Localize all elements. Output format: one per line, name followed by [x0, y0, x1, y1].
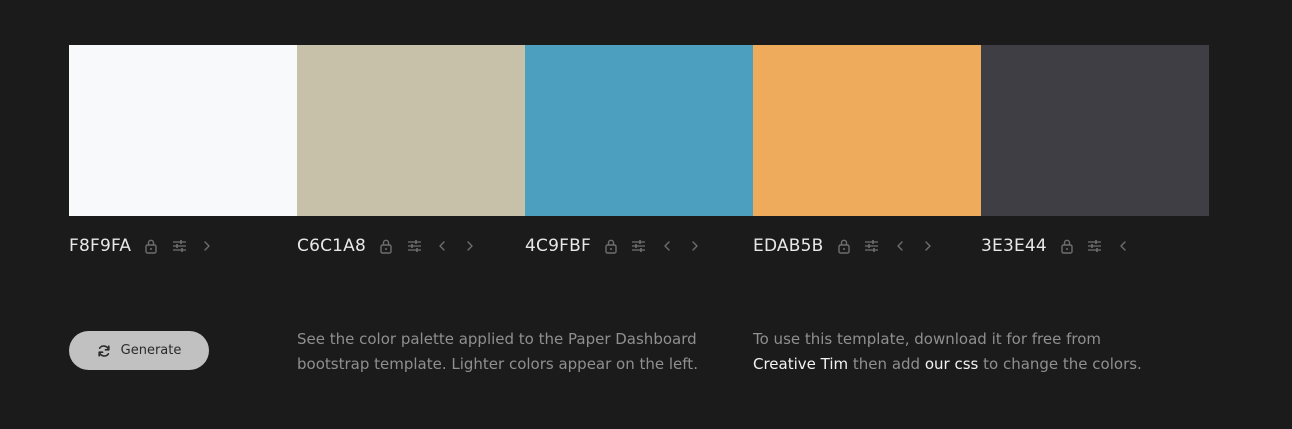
color-swatch-1[interactable] — [69, 45, 297, 216]
palette-page: F8F9FA C6C1A8 4C9FBF EDAB5B 3E3E44 Gener… — [0, 0, 1292, 429]
swatch-controls-row: F8F9FA C6C1A8 4C9FBF EDAB5B 3E3E44 — [69, 232, 1209, 260]
usage-suffix: to change the colors. — [983, 355, 1142, 373]
sliders-icon[interactable] — [1087, 238, 1103, 254]
lock-icon[interactable] — [378, 238, 394, 254]
swatch-controls-1: F8F9FA — [69, 232, 297, 260]
chevron-right-icon[interactable] — [920, 238, 936, 254]
hex-code[interactable]: 4C9FBF — [525, 236, 591, 256]
description-line-2: bootstrap template. Lighter colors appea… — [297, 355, 698, 373]
swatch-controls-3: 4C9FBF — [525, 232, 753, 260]
our-css-link[interactable]: our css — [925, 355, 979, 373]
chevron-left-icon[interactable] — [892, 238, 908, 254]
chevron-right-icon[interactable] — [687, 238, 703, 254]
chevron-right-icon[interactable] — [462, 238, 478, 254]
lock-icon[interactable] — [143, 238, 159, 254]
sliders-icon[interactable] — [171, 238, 187, 254]
creative-tim-link[interactable]: Creative Tim — [753, 355, 848, 373]
hex-code[interactable]: F8F9FA — [69, 236, 131, 256]
usage-instructions: To use this template, download it for fr… — [753, 327, 1223, 377]
color-swatch-3[interactable] — [525, 45, 753, 216]
sliders-icon[interactable] — [631, 238, 647, 254]
swatch-row — [69, 45, 1209, 216]
usage-middle: then add — [852, 355, 921, 373]
refresh-icon — [97, 344, 111, 358]
hex-code[interactable]: 3E3E44 — [981, 236, 1047, 256]
lock-icon[interactable] — [1059, 238, 1075, 254]
sliders-icon[interactable] — [406, 238, 422, 254]
color-swatch-5[interactable] — [981, 45, 1209, 216]
sliders-icon[interactable] — [864, 238, 880, 254]
swatch-controls-5: 3E3E44 — [981, 232, 1209, 260]
lock-icon[interactable] — [603, 238, 619, 254]
hex-code[interactable]: C6C1A8 — [297, 236, 366, 256]
chevron-left-icon[interactable] — [1115, 238, 1131, 254]
swatch-controls-2: C6C1A8 — [297, 232, 525, 260]
chevron-left-icon[interactable] — [659, 238, 675, 254]
color-swatch-2[interactable] — [297, 45, 525, 216]
color-swatch-4[interactable] — [753, 45, 981, 216]
palette-description: See the color palette applied to the Pap… — [297, 327, 727, 377]
description-line-1: See the color palette applied to the Pap… — [297, 330, 697, 348]
usage-prefix: To use this template, download it for fr… — [753, 330, 1102, 348]
chevron-left-icon[interactable] — [434, 238, 450, 254]
generate-label: Generate — [120, 343, 182, 358]
hex-code[interactable]: EDAB5B — [753, 236, 824, 256]
swatch-controls-4: EDAB5B — [753, 232, 981, 260]
generate-button[interactable]: Generate — [69, 331, 209, 370]
lock-icon[interactable] — [836, 238, 852, 254]
chevron-right-icon[interactable] — [199, 238, 215, 254]
